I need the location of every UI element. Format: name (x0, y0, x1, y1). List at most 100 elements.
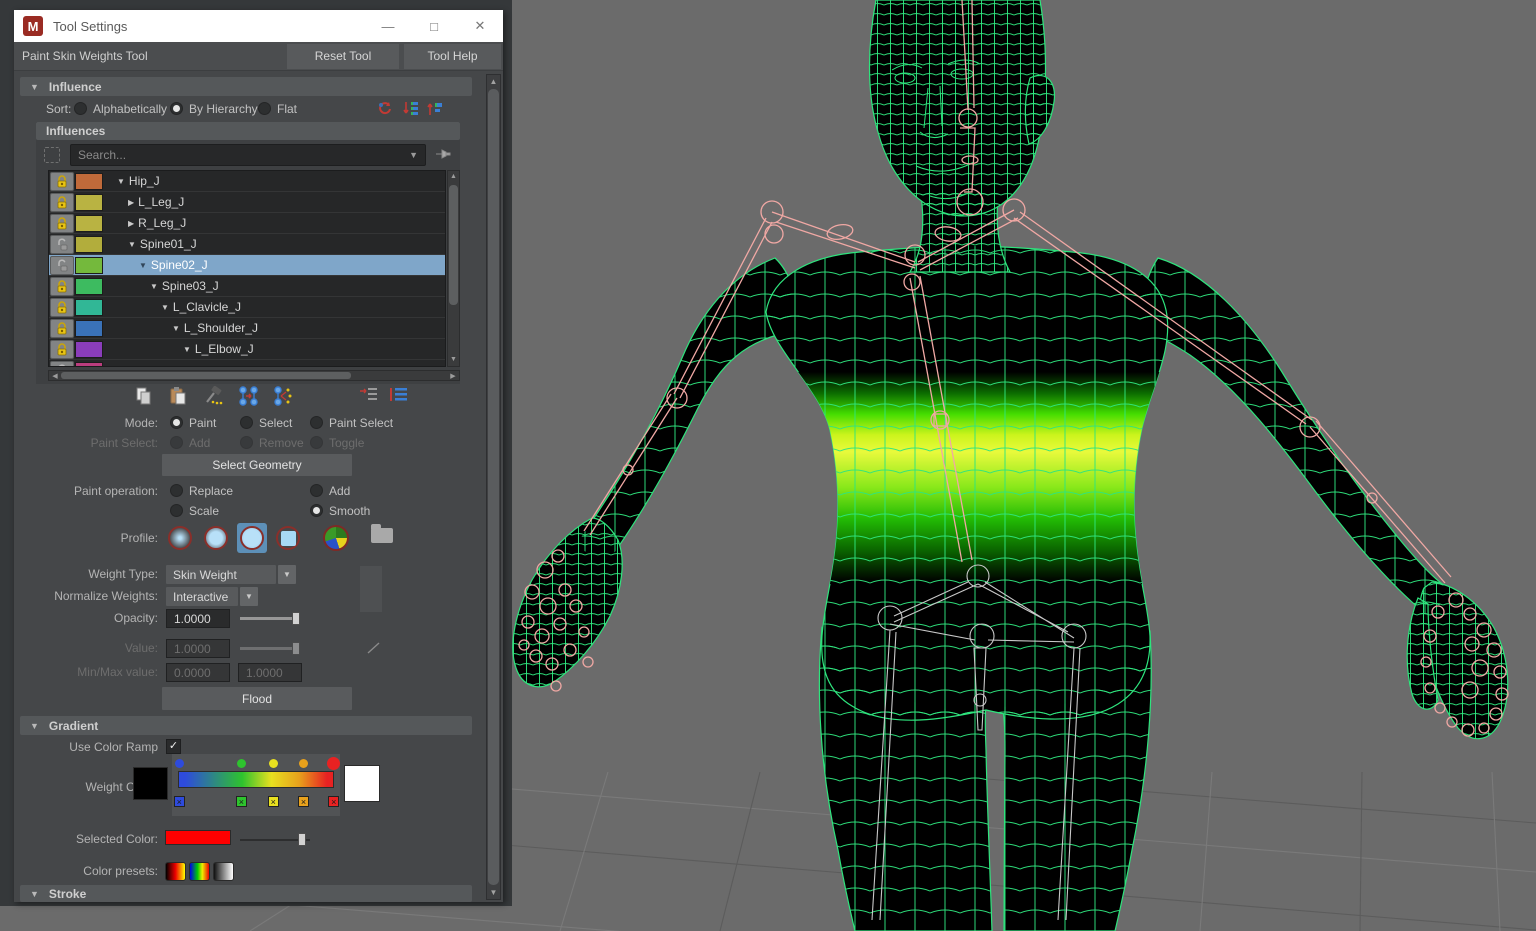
influence-color-swatch[interactable] (75, 236, 103, 253)
unlock-icon[interactable] (50, 256, 74, 275)
radio-alphabetically[interactable] (74, 102, 87, 115)
opacity-input[interactable]: 1.0000 (166, 609, 230, 628)
selected-color-slider[interactable] (240, 833, 310, 846)
influence-color-swatch[interactable] (75, 299, 103, 316)
unlock-icon[interactable] (50, 361, 74, 368)
ramp-stop-delete[interactable]: × (174, 796, 185, 807)
rainbow-preset[interactable] (189, 862, 210, 881)
influence-color-swatch[interactable] (75, 215, 103, 232)
influence-list-vscrollbar[interactable]: ▲ ▼ (447, 170, 460, 367)
brush-solid[interactable] (237, 523, 267, 553)
radio-smooth[interactable] (310, 504, 323, 517)
ramp-stop-handle[interactable] (175, 759, 184, 768)
unlock-icon[interactable] (50, 235, 74, 254)
influence-color-swatch[interactable] (75, 362, 103, 368)
scroll-down-icon[interactable]: ▼ (490, 886, 498, 899)
radio-scale[interactable] (170, 504, 183, 517)
influence-row-Hip_J[interactable]: ▼Hip_J (49, 171, 445, 192)
influence-list-hscrollbar[interactable]: ◀ ▶ (48, 370, 460, 381)
scroll-thumb[interactable] (488, 89, 499, 885)
scroll-up-icon[interactable]: ▲ (490, 75, 498, 88)
hammer-weights-icon[interactable] (204, 386, 224, 406)
select-geometry-button[interactable]: Select Geometry (162, 454, 352, 476)
ramp-stop-handle[interactable] (327, 757, 340, 770)
refresh-icon[interactable] (376, 100, 396, 120)
color-ramp-bar[interactable] (178, 771, 334, 788)
sort-list-down-icon[interactable] (402, 100, 422, 120)
title-bar[interactable]: M Tool Settings — □ ✕ (14, 10, 503, 42)
expand-arrow-icon[interactable]: ▶ (128, 198, 134, 207)
collapse-arrow-icon[interactable]: ▼ (30, 721, 39, 731)
swap-weights-icon[interactable] (272, 386, 292, 406)
scroll-left-icon[interactable]: ◀ (49, 372, 61, 380)
radio-paint-select[interactable] (310, 416, 323, 429)
expand-arrow-icon[interactable]: ▼ (172, 324, 180, 333)
influence-row-L_Leg_J[interactable]: ▶L_Leg_J (49, 192, 445, 213)
selected-color-swatch[interactable] (165, 830, 231, 845)
ramp-stop-delete[interactable]: × (236, 796, 247, 807)
lock-icon[interactable] (50, 277, 74, 296)
expand-arrow-icon[interactable]: ▼ (128, 240, 136, 249)
influence-color-swatch[interactable] (75, 173, 103, 190)
influence-row-Spine02_J[interactable]: ▼Spine02_J (49, 255, 445, 276)
normalize-weights-dropdown[interactable]: Interactive (166, 587, 238, 606)
close-button[interactable]: ✕ (457, 10, 503, 42)
ramp-stop-delete[interactable]: × (328, 796, 339, 807)
scroll-thumb[interactable] (61, 372, 351, 379)
brush-image[interactable] (321, 523, 351, 553)
collapse-arrow-icon[interactable]: ▼ (30, 82, 39, 92)
black-red-yellow-preset[interactable] (165, 862, 186, 881)
normalize-dropdown-arrow[interactable]: ▼ (240, 587, 258, 606)
color-ramp-widget[interactable]: ××××× (172, 754, 340, 816)
sort-list-up-icon[interactable] (426, 100, 446, 120)
ramp-stop-handle[interactable] (299, 759, 308, 768)
weight-color-high-swatch[interactable] (344, 765, 380, 802)
pin-icon[interactable] (434, 146, 452, 165)
select-frame-icon[interactable] (44, 147, 60, 163)
influence-color-swatch[interactable] (75, 257, 103, 274)
ramp-stop-handle[interactable] (237, 759, 246, 768)
lock-icon[interactable] (50, 340, 74, 359)
gradient-section-header[interactable]: ▼ Gradient (20, 716, 472, 735)
search-box[interactable]: ▼ (70, 144, 426, 166)
tool-help-button[interactable]: Tool Help (404, 44, 501, 69)
collapse-arrow-icon[interactable]: ▼ (30, 889, 39, 899)
search-dropdown-icon[interactable]: ▼ (402, 150, 425, 160)
influence-color-swatch[interactable] (75, 194, 103, 211)
copy-weights-icon[interactable] (134, 386, 154, 406)
opacity-slider[interactable] (240, 612, 300, 625)
lock-icon[interactable] (50, 298, 74, 317)
lock-icon[interactable] (50, 319, 74, 338)
influence-row-L_Elbow_J[interactable]: ▼L_Elbow_J (49, 339, 445, 360)
scroll-up-icon[interactable]: ▲ (450, 171, 457, 183)
lock-icon[interactable] (50, 214, 74, 233)
search-input[interactable] (71, 148, 402, 162)
weight-type-dropdown-arrow[interactable]: ▼ (278, 565, 296, 584)
lock-icon[interactable] (50, 193, 74, 212)
expand-tree-icon[interactable] (388, 386, 408, 406)
influence-list[interactable]: ▼Hip_J▶L_Leg_J▶R_Leg_J▼Spine01_J▼Spine02… (48, 170, 446, 367)
influence-row-R_Leg_J[interactable]: ▶R_Leg_J (49, 213, 445, 234)
brush-soft[interactable] (201, 523, 231, 553)
move-weights-icon[interactable] (238, 386, 258, 406)
expand-arrow-icon[interactable]: ▼ (139, 261, 147, 270)
collapse-tree-icon[interactable] (358, 386, 378, 406)
influence-section-header[interactable]: ▼ Influence (20, 77, 472, 96)
reset-tool-button[interactable]: Reset Tool (287, 44, 399, 69)
weight-type-dropdown[interactable]: Skin Weight (166, 565, 276, 584)
flood-button[interactable]: Flood (162, 687, 352, 710)
influence-color-swatch[interactable] (75, 278, 103, 295)
expand-arrow-icon[interactable]: ▼ (183, 345, 191, 354)
ramp-stop-delete[interactable]: × (298, 796, 309, 807)
influence-color-swatch[interactable] (75, 320, 103, 337)
maximize-button[interactable]: □ (411, 10, 457, 42)
radio-add[interactable] (310, 484, 323, 497)
expand-arrow-icon[interactable]: ▼ (117, 177, 125, 186)
radio-flat[interactable] (258, 102, 271, 115)
influence-row-Spine01_J[interactable]: ▼Spine01_J (49, 234, 445, 255)
scroll-down-icon[interactable]: ▼ (450, 354, 457, 366)
influence-row-partial[interactable] (49, 360, 445, 367)
minimize-button[interactable]: — (365, 10, 411, 42)
radio-replace[interactable] (170, 484, 183, 497)
stroke-section-header[interactable]: ▼ Stroke (20, 885, 472, 902)
